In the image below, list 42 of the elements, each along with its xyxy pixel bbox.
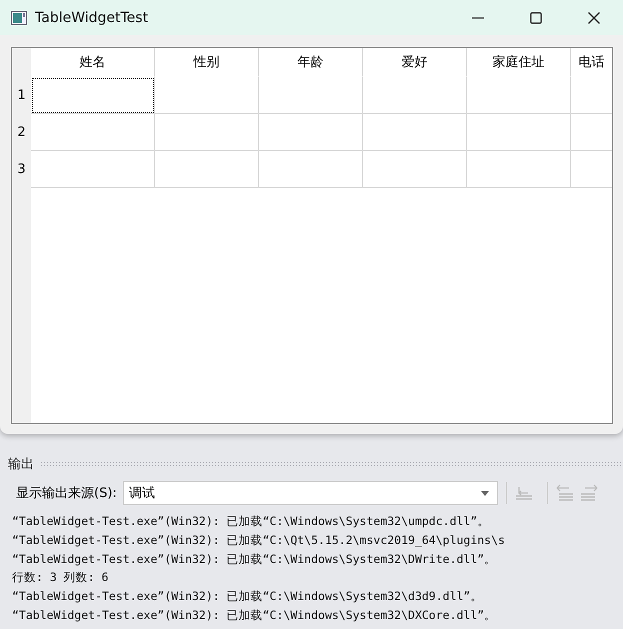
output-line: “TableWidget-Test.exe”(Win32): 已加载“C:\Windows\System32\d3d9.dll”。 xyxy=(12,588,484,606)
table-cell[interactable] xyxy=(363,114,467,151)
previous-icon[interactable] xyxy=(556,484,574,502)
table-cell[interactable] xyxy=(155,151,259,188)
dropdown-arrow-icon xyxy=(480,490,489,496)
table-cell[interactable] xyxy=(31,114,155,151)
column-header[interactable]: 爱好 xyxy=(363,48,467,77)
table-cell[interactable] xyxy=(155,77,259,114)
table-cell[interactable] xyxy=(467,114,571,151)
column-header[interactable]: 家庭住址 xyxy=(467,48,571,77)
output-line: “TableWidget-Test.exe”(Win32): 已加载“C:\Windows\System32\umpdc.dll”。 xyxy=(12,513,490,530)
table-cell[interactable] xyxy=(31,77,155,114)
table-cell[interactable] xyxy=(467,77,571,114)
header-corner[interactable] xyxy=(12,48,31,77)
source-dropdown[interactable]: 调试 xyxy=(122,481,498,505)
source-label: 显示输出来源(S): xyxy=(16,485,117,502)
column-header[interactable]: 性别 xyxy=(155,48,259,77)
app-icon xyxy=(11,10,27,24)
table-cell[interactable] xyxy=(363,151,467,188)
column-header[interactable]: 年龄 xyxy=(259,48,363,77)
table-cell[interactable] xyxy=(259,114,363,151)
row-header[interactable]: 2 xyxy=(12,114,31,151)
panel-title: 输出 xyxy=(8,456,34,473)
table-cell[interactable] xyxy=(155,114,259,151)
window-title: TableWidgetTest xyxy=(35,10,150,26)
output-line: “TableWidget-Test.exe”(Win32): 已加载“C:\Windows\System32\DXCore.dll”。 xyxy=(12,606,498,624)
jump-icon[interactable] xyxy=(514,484,533,502)
table-cell[interactable] xyxy=(259,77,363,114)
table-cell[interactable] xyxy=(31,151,155,188)
row-header[interactable]: 1 xyxy=(12,77,31,114)
maximize-icon xyxy=(530,12,542,24)
next-icon[interactable] xyxy=(580,484,598,502)
table-cell[interactable] xyxy=(259,151,363,188)
table-cell[interactable] xyxy=(467,151,571,188)
output-line: 行数: 3 列数: 6 xyxy=(12,569,110,586)
output-line: “TableWidget-Test.exe”(Win32): 已加载“C:\Windows\System32\DWrite.dll”。 xyxy=(12,550,498,568)
column-header[interactable]: 电话 xyxy=(571,48,612,77)
close-icon xyxy=(588,12,600,24)
output-line: “TableWidget-Test.exe”(Win32): 已加载“C:\Qt\5.15.2\msvc2019_64\plugins\s xyxy=(12,532,506,549)
column-header[interactable]: 姓名 xyxy=(31,48,155,77)
row-header[interactable]: 3 xyxy=(12,151,31,188)
table-cell[interactable] xyxy=(363,77,467,114)
